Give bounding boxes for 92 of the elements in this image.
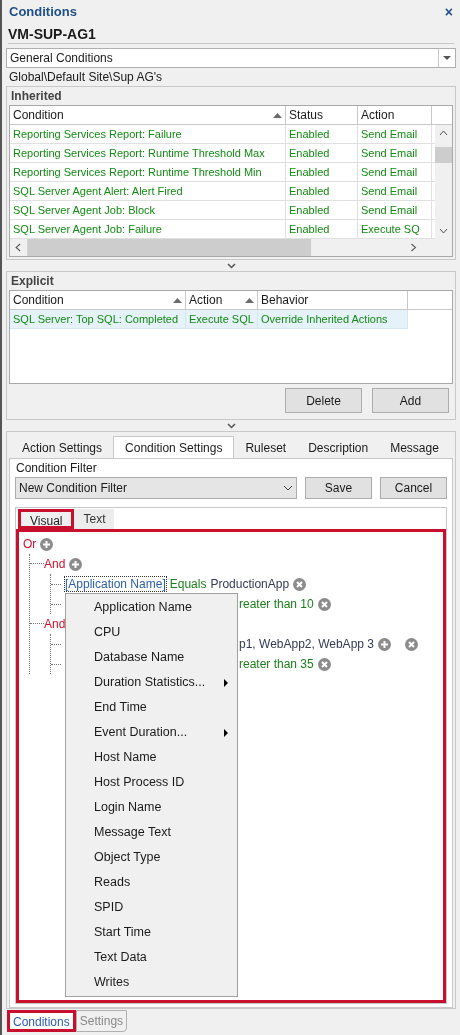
- column-header[interactable]: Behavior: [258, 291, 408, 309]
- condition-field[interactable]: [Application Name]: [65, 577, 166, 591]
- column-header[interactable]: Action: [186, 291, 258, 309]
- menu-item[interactable]: Host Name: [66, 745, 237, 770]
- editor-tab[interactable]: Ruleset: [234, 437, 298, 458]
- table-cell: Reporting Services Report: Runtime Threshold Max: [10, 144, 286, 162]
- filter-button[interactable]: Cancel: [379, 477, 447, 499]
- logic-operator[interactable]: And: [44, 555, 66, 573]
- table-cell: Enabled: [286, 163, 358, 181]
- action-button[interactable]: Delete: [285, 388, 362, 413]
- path-label: Global\Default Site\Sup AG's: [9, 69, 163, 86]
- table-cell: Enabled: [286, 201, 358, 219]
- section-title: Inherited: [11, 88, 62, 105]
- condition-type-dropdown[interactable]: General Conditions: [6, 48, 456, 68]
- table-cell: Execute SQ: [358, 220, 432, 238]
- table-row[interactable]: SQL Server: Top SQL: Completed Execute SQL Override Inherited Actions: [10, 310, 408, 329]
- condition-value[interactable]: p1, WebApp2, WebApp 3: [239, 635, 374, 653]
- table-cell: Enabled: [286, 182, 358, 200]
- sort-arrow-icon: [273, 112, 282, 118]
- table-cell: Override Inherited Actions: [258, 310, 408, 329]
- table-cell: Enabled: [286, 220, 358, 238]
- menu-item[interactable]: Host Process ID: [66, 770, 237, 795]
- menu-item[interactable]: Duration Statistics...: [66, 670, 237, 695]
- close-button[interactable]: ×: [444, 5, 453, 19]
- vertical-scrollbar[interactable]: [435, 125, 452, 239]
- remove-icon[interactable]: [317, 657, 331, 671]
- table-cell: Send Email: [358, 144, 432, 162]
- chevron-down-icon[interactable]: [226, 422, 236, 429]
- chevron-down-icon[interactable]: [226, 262, 236, 269]
- add-icon[interactable]: [40, 537, 54, 551]
- table-cell: Enabled: [286, 125, 358, 143]
- logic-operator[interactable]: Or: [23, 535, 37, 553]
- table-cell: Send Email: [358, 163, 432, 181]
- remove-icon[interactable]: [317, 597, 331, 611]
- condition-filter-dropdown[interactable]: New Condition Filter: [15, 477, 297, 499]
- sort-arrow-icon: [245, 297, 254, 303]
- menu-item[interactable]: Message Text: [66, 820, 237, 845]
- condition-operator[interactable]: reater than 10: [239, 595, 314, 613]
- view-tab[interactable]: Visual: [18, 509, 75, 529]
- editor-tab[interactable]: Condition Settings: [113, 436, 235, 458]
- logic-operator[interactable]: And: [44, 615, 66, 633]
- table-cell: Enabled: [286, 144, 358, 162]
- server-name: VM-SUP-AG1: [8, 27, 96, 41]
- menu-item[interactable]: Application Name: [66, 595, 237, 620]
- menu-item[interactable]: Database Name: [66, 645, 237, 670]
- editor-tab[interactable]: Action Settings: [11, 437, 114, 458]
- table-cell: Send Email: [358, 182, 432, 200]
- condition-operator[interactable]: Equals: [169, 575, 207, 593]
- field-label: Condition Filter: [16, 460, 97, 477]
- table-cell: Reporting Services Report: Failure: [10, 125, 286, 143]
- menu-item[interactable]: Login Name: [66, 795, 237, 820]
- action-button[interactable]: Add: [372, 388, 449, 413]
- add-icon[interactable]: [378, 637, 391, 651]
- submenu-arrow-icon: [224, 728, 228, 737]
- add-icon[interactable]: [69, 557, 83, 571]
- menu-item[interactable]: SPID: [66, 895, 237, 920]
- table-cell: Send Email: [358, 201, 432, 219]
- menu-item[interactable]: Reads: [66, 870, 237, 895]
- table-cell: Execute SQL: [186, 310, 258, 329]
- filter-button[interactable]: Save: [304, 477, 372, 499]
- dropdown-arrow-icon: [443, 56, 451, 60]
- submenu-arrow-icon: [224, 678, 228, 687]
- horizontal-scrollbar[interactable]: [10, 239, 452, 256]
- table-cell: SQL Server Agent Job: Block: [10, 201, 286, 219]
- column-header[interactable]: Condition: [10, 106, 286, 124]
- column-header[interactable]: Condition: [10, 291, 186, 309]
- remove-icon[interactable]: [405, 637, 418, 651]
- condition-value[interactable]: ProductionApp: [210, 575, 290, 593]
- remove-icon[interactable]: [293, 577, 307, 591]
- menu-item[interactable]: Event Duration...: [66, 720, 237, 745]
- table-cell: SQL Server: Top SQL: Completed: [10, 310, 186, 329]
- bottom-tab[interactable]: Conditions: [7, 1010, 76, 1032]
- column-header[interactable]: Status: [286, 106, 358, 124]
- view-tab[interactable]: Text: [74, 509, 115, 529]
- condition-operator[interactable]: reater than 35: [239, 655, 314, 673]
- menu-item[interactable]: CPU: [66, 620, 237, 645]
- editor-tab[interactable]: Message: [379, 437, 450, 458]
- panel-title: Conditions: [9, 3, 77, 22]
- section-title: Explicit: [11, 273, 54, 290]
- menu-item[interactable]: Writes: [66, 970, 237, 995]
- sort-arrow-icon: [173, 297, 182, 303]
- table-cell: Send Email: [358, 125, 432, 143]
- table-cell: SQL Server Agent Alert: Alert Fired: [10, 182, 286, 200]
- editor-tab[interactable]: Description: [297, 437, 380, 458]
- menu-item[interactable]: Start Time: [66, 920, 237, 945]
- menu-item[interactable]: Object Type: [66, 845, 237, 870]
- table-cell: SQL Server Agent Job: Failure: [10, 220, 286, 238]
- menu-item[interactable]: Text Data: [66, 945, 237, 970]
- table-cell: Reporting Services Report: Runtime Threshold Min: [10, 163, 286, 181]
- chevron-down-icon: [282, 485, 293, 491]
- column-header[interactable]: Action: [358, 106, 432, 124]
- menu-item[interactable]: End Time: [66, 695, 237, 720]
